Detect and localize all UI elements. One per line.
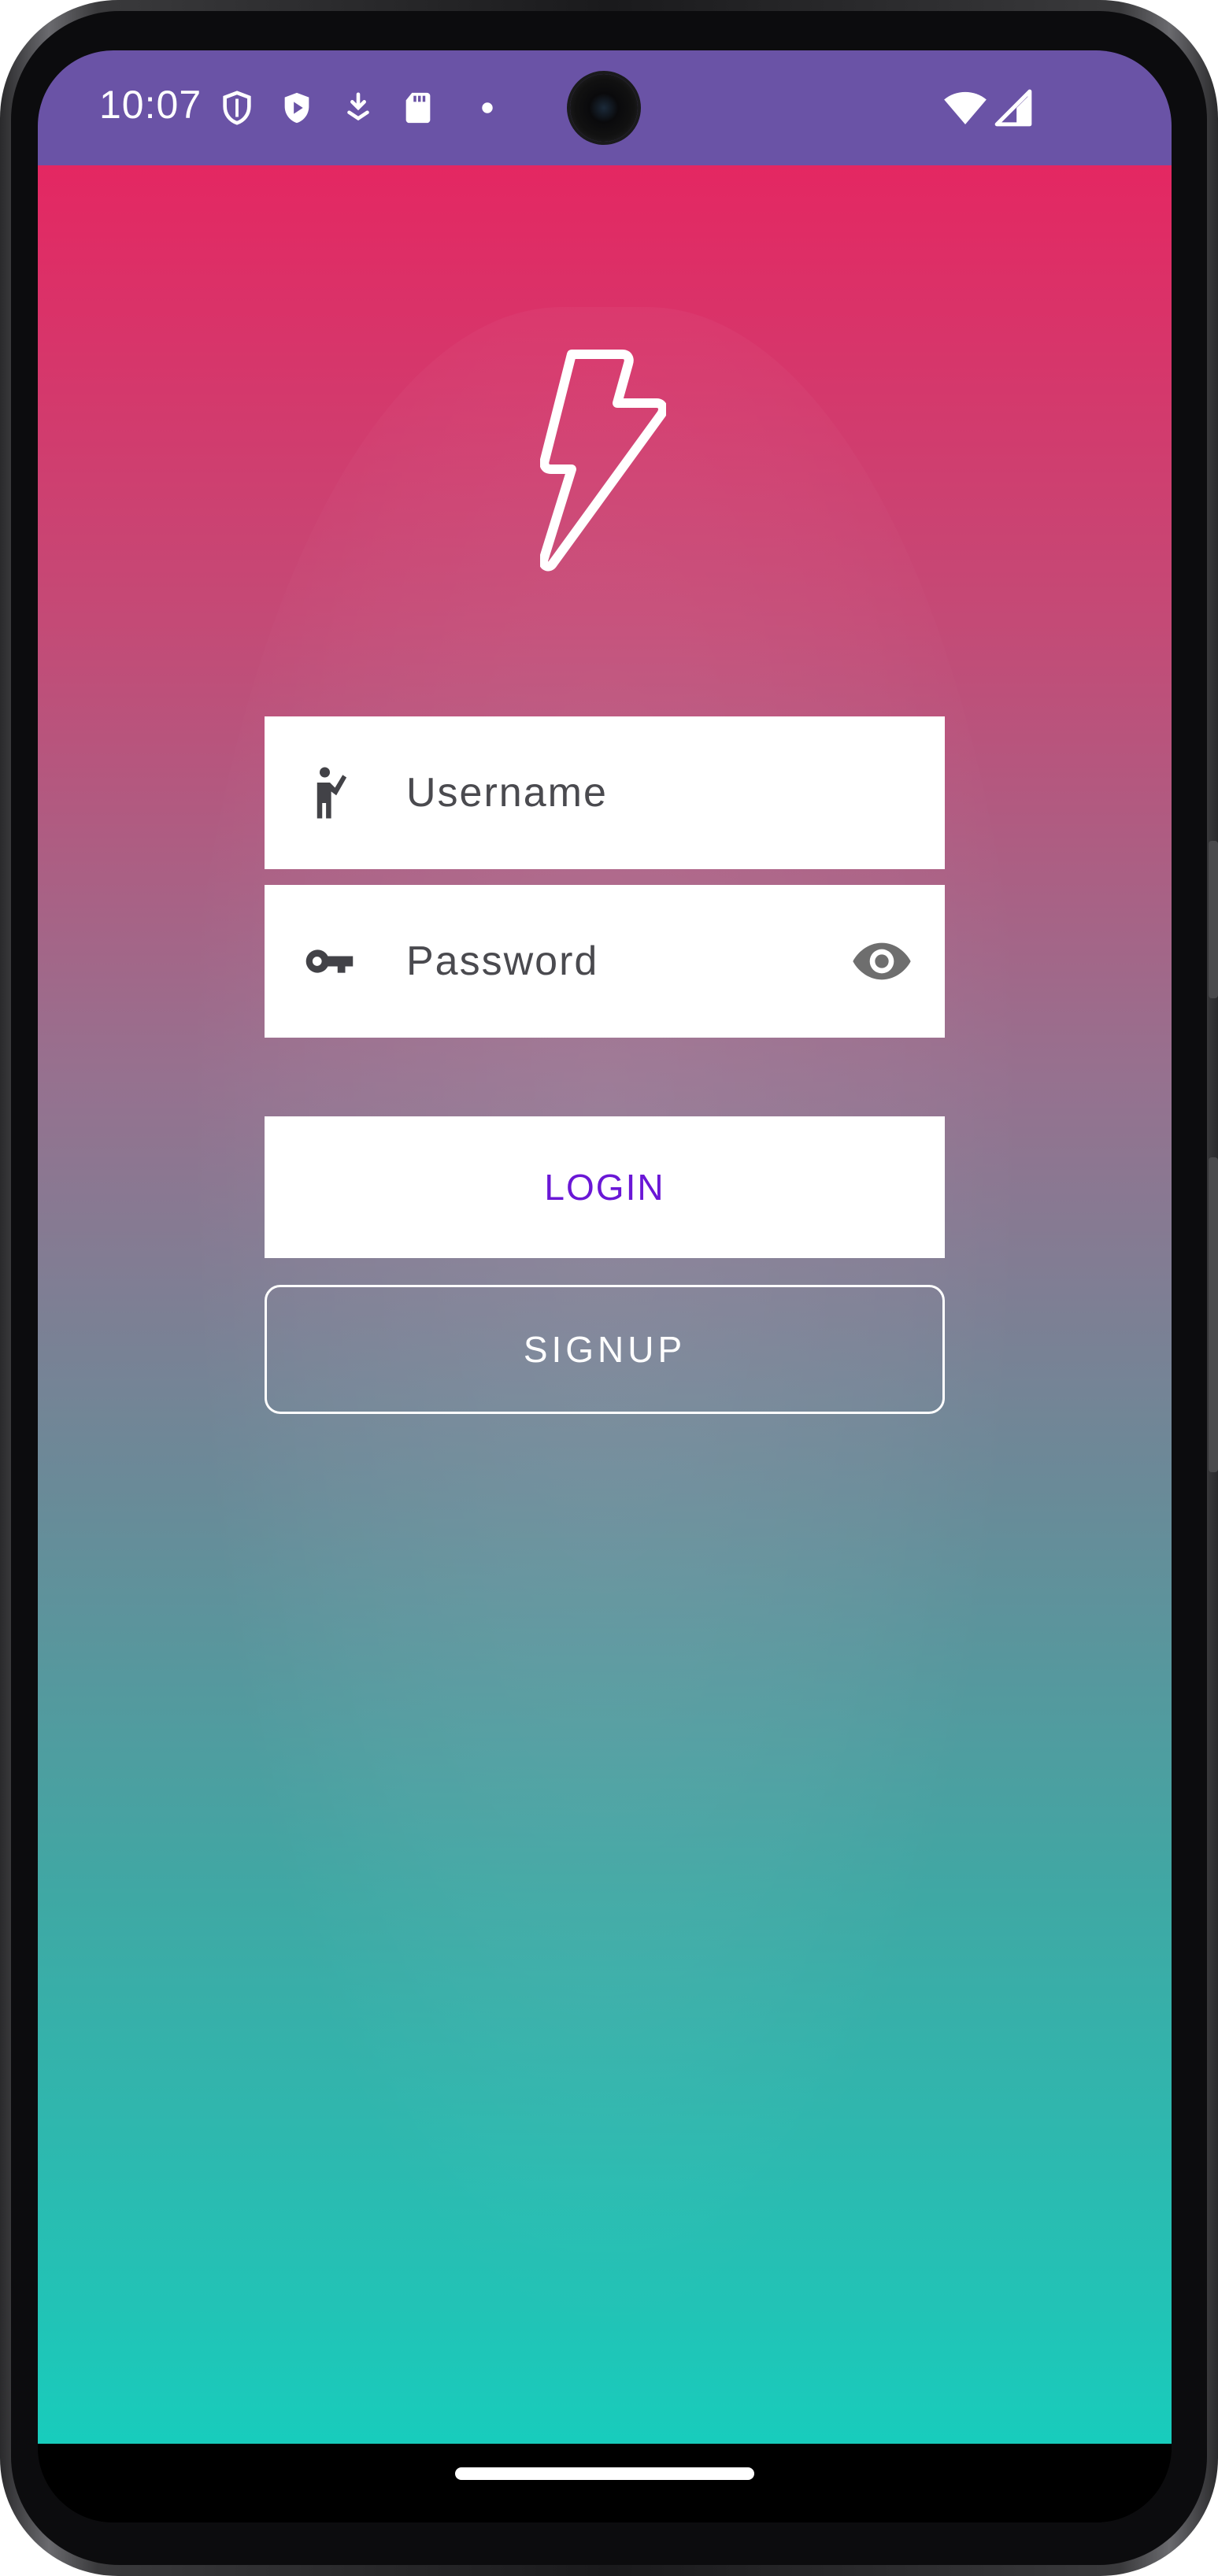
navigation-bar — [38, 2444, 1172, 2522]
person-waving-icon — [317, 767, 347, 819]
login-button[interactable]: LOGIN — [265, 1116, 945, 1258]
screen: 10:07 Username LOGIN SIGNUP — [38, 50, 1172, 2522]
cellular-signal-icon — [994, 89, 1032, 127]
home-gesture-handle[interactable] — [455, 2467, 754, 2480]
download-icon — [347, 92, 369, 121]
status-bar: 10:07 — [38, 50, 1172, 165]
status-time: 10:07 — [99, 83, 202, 127]
front-camera — [570, 74, 638, 142]
volume-button — [1209, 841, 1218, 998]
dot-icon — [482, 102, 493, 113]
eye-icon[interactable] — [850, 932, 913, 990]
lightning-bolt-icon — [540, 350, 666, 572]
phone-frame: 10:07 Username LOGIN SIGNUP — [0, 0, 1218, 2576]
signup-button[interactable]: SIGNUP — [265, 1285, 945, 1414]
username-field[interactable] — [265, 716, 945, 869]
shield-play-icon — [284, 92, 309, 124]
password-field[interactable] — [265, 885, 945, 1038]
password-input[interactable] — [406, 924, 847, 998]
sd-card-icon — [405, 92, 431, 124]
login-screen: LOGIN SIGNUP — [38, 165, 1172, 2444]
key-icon — [305, 949, 354, 973]
wifi-icon — [944, 91, 987, 124]
power-button — [1209, 1157, 1218, 1472]
username-input[interactable] — [406, 756, 847, 830]
shield-outline-icon — [223, 91, 251, 125]
